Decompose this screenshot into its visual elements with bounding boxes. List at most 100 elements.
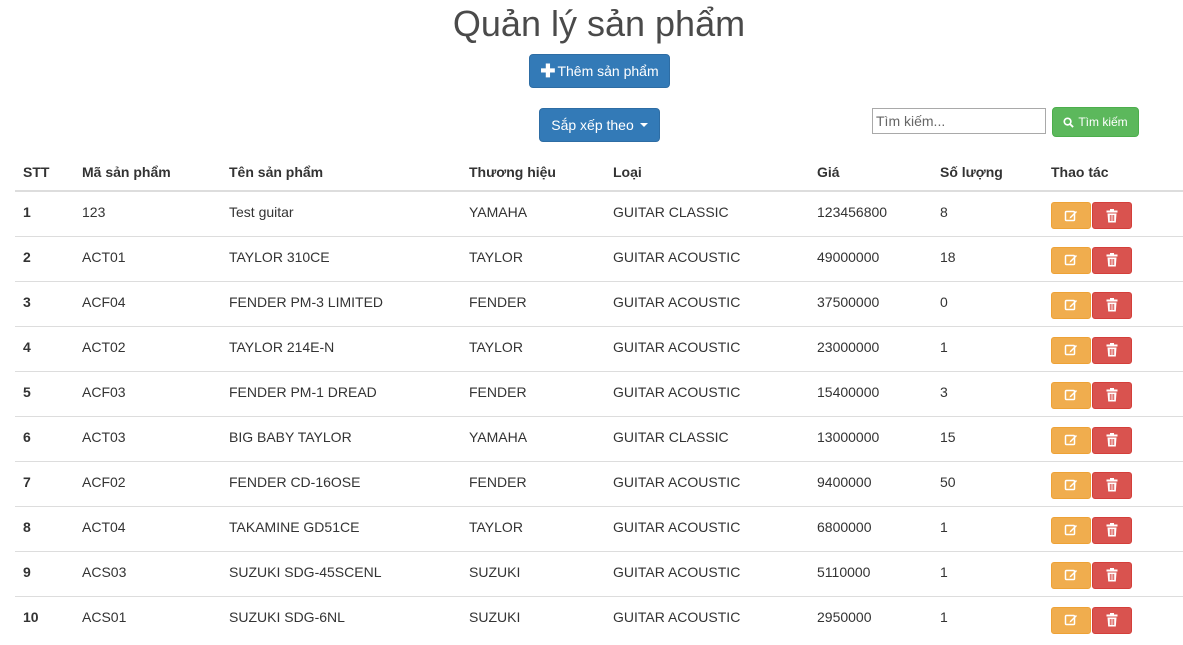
product-name: FENDER PM-1 DREAD xyxy=(221,371,461,417)
trash-icon xyxy=(1106,388,1118,402)
add-product-button[interactable]: ✚ Thêm sản phẩm xyxy=(529,54,670,88)
edit-button[interactable] xyxy=(1051,561,1091,589)
table-row: 9 ACS03 SUZUKI SDG-45SCENL SUZUKI GUITAR ACO… xyxy=(15,551,1183,597)
edit-icon xyxy=(1064,568,1078,582)
product-code: ACT04 xyxy=(74,506,221,552)
product-name: TAYLOR 310CE xyxy=(221,236,461,282)
product-table-body: 1 123 Test guitar YAMAHA GUITAR CLASSIC 12345… xyxy=(15,191,1183,641)
row-actions xyxy=(1043,191,1183,237)
sort-dropdown-button[interactable]: Sắp xếp theo xyxy=(539,108,660,142)
product-quantity: 1 xyxy=(932,506,1043,552)
trash-icon xyxy=(1106,433,1118,447)
product-quantity: 3 xyxy=(932,371,1043,417)
product-type: GUITAR ACOUSTIC xyxy=(613,608,741,625)
product-brand: TAYLOR xyxy=(461,236,605,282)
column-header-price: Giá xyxy=(809,153,932,192)
row-actions xyxy=(1043,551,1183,597)
edit-button[interactable] xyxy=(1051,246,1091,274)
product-quantity: 0 xyxy=(932,281,1043,327)
add-product-label: Thêm sản phẩm xyxy=(557,63,659,79)
search-input[interactable] xyxy=(872,108,1046,134)
edit-button[interactable] xyxy=(1051,426,1091,454)
edit-button[interactable] xyxy=(1051,336,1091,364)
edit-button[interactable] xyxy=(1051,202,1091,229)
delete-button[interactable] xyxy=(1092,606,1132,634)
product-management-page: Quản lý sản phẩm ✚ Thêm sản phẩm Sắp xếp… xyxy=(0,0,1183,645)
row-stt: 2 xyxy=(15,236,74,282)
edit-button[interactable] xyxy=(1051,471,1091,499)
row-stt: 9 xyxy=(15,551,74,597)
product-brand: SUZUKI xyxy=(461,551,605,597)
trash-icon xyxy=(1106,343,1118,357)
trash-icon xyxy=(1106,208,1118,223)
row-stt: 4 xyxy=(15,326,74,372)
product-name: Test guitar xyxy=(221,191,461,237)
product-code: ACF03 xyxy=(74,371,221,417)
edit-button[interactable] xyxy=(1051,606,1091,634)
page-title: Quản lý sản phẩm xyxy=(452,3,746,44)
product-code: ACS01 xyxy=(82,608,127,625)
product-code: ACF02 xyxy=(74,461,221,507)
product-table: STT Mã sản phẩm Tên sản phẩm Thương hiệu… xyxy=(15,153,1183,641)
table-row: 6 ACT03 BIG BABY TAYLOR YAMAHA GUITAR CLASSI… xyxy=(15,416,1183,462)
product-type: GUITAR ACOUSTIC xyxy=(605,236,809,282)
delete-button[interactable] xyxy=(1092,246,1132,274)
delete-button[interactable] xyxy=(1092,516,1132,544)
product-quantity: 15 xyxy=(932,416,1043,462)
row-stt: 8 xyxy=(15,506,74,552)
product-price: 9400000 xyxy=(809,461,932,507)
edit-icon xyxy=(1064,433,1078,447)
edit-button[interactable] xyxy=(1051,381,1091,409)
search-button[interactable]: Tìm kiếm xyxy=(1052,107,1139,137)
trash-icon xyxy=(1106,568,1118,582)
product-price: 5110000 xyxy=(809,551,932,597)
table-row: 4 ACT02 TAYLOR 214E-N TAYLOR GUITAR ACOUSTIC… xyxy=(15,326,1183,372)
edit-icon xyxy=(1064,388,1078,402)
table-row: 7 ACF02 FENDER CD-16OSE FENDER GUITAR ACOUST… xyxy=(15,461,1183,507)
edit-button[interactable] xyxy=(1051,516,1091,544)
trash-icon xyxy=(1106,478,1118,492)
edit-button[interactable] xyxy=(1051,291,1091,319)
product-type: GUITAR ACOUSTIC xyxy=(605,326,809,372)
product-brand: FENDER xyxy=(461,461,605,507)
column-header-stt: STT xyxy=(15,153,74,192)
delete-button[interactable] xyxy=(1092,426,1132,454)
caret-down-icon xyxy=(639,123,648,127)
sort-label: Sắp xếp theo xyxy=(551,117,634,133)
table-row: 1 123 Test guitar YAMAHA GUITAR CLASSIC 12345… xyxy=(15,191,1183,237)
edit-icon xyxy=(1064,209,1078,223)
delete-button[interactable] xyxy=(1092,471,1132,499)
product-quantity: 1 xyxy=(932,326,1043,372)
product-price: 13000000 xyxy=(809,416,932,462)
product-price: 23000000 xyxy=(809,326,932,372)
delete-button[interactable] xyxy=(1092,381,1132,409)
trash-icon xyxy=(1106,613,1118,627)
trash-icon xyxy=(1106,253,1118,267)
product-price: 123456800 xyxy=(809,191,932,237)
trash-icon xyxy=(1106,523,1118,537)
delete-button[interactable] xyxy=(1092,336,1132,364)
product-quantity: 1 xyxy=(932,551,1043,597)
product-type: GUITAR ACOUSTIC xyxy=(605,461,809,507)
row-stt: 6 xyxy=(15,416,74,462)
product-quantity: 50 xyxy=(932,461,1043,507)
delete-button[interactable] xyxy=(1092,291,1132,319)
product-brand: FENDER xyxy=(461,371,605,417)
plus-icon: ✚ xyxy=(540,61,556,81)
row-actions xyxy=(1043,371,1183,417)
product-brand: TAYLOR xyxy=(461,326,605,372)
column-header-code: Mã sản phẩm xyxy=(74,153,221,192)
trash-icon xyxy=(1106,298,1118,312)
product-type: GUITAR ACOUSTIC xyxy=(605,551,809,597)
delete-button[interactable] xyxy=(1092,202,1132,229)
product-name: BIG BABY TAYLOR xyxy=(221,416,461,462)
product-quantity: 1 xyxy=(940,608,948,625)
product-code: ACS03 xyxy=(74,551,221,597)
row-actions xyxy=(1043,596,1183,641)
table-row: 2 ACT01 TAYLOR 310CE TAYLOR GUITAR ACOUSTIC 4… xyxy=(15,236,1183,282)
row-actions xyxy=(1043,461,1183,507)
column-header-quantity: Số lượng xyxy=(932,153,1043,192)
product-price: 2950000 xyxy=(817,608,872,625)
product-type: GUITAR CLASSIC xyxy=(605,191,809,237)
delete-button[interactable] xyxy=(1092,561,1132,589)
